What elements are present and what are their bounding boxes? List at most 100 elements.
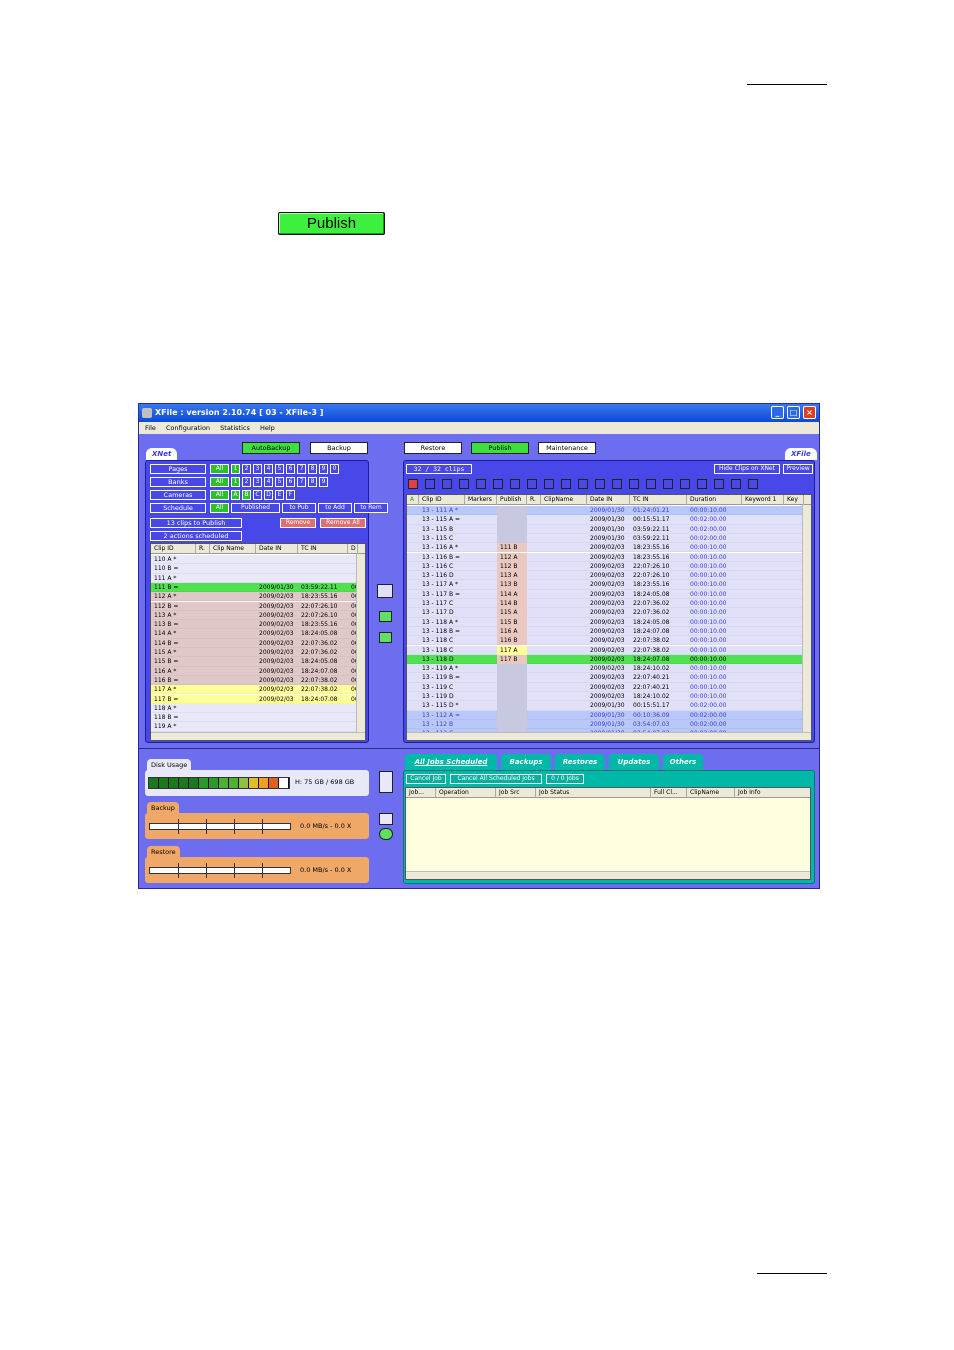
table-row[interactable]: 117 A * 2009/02/03 22:07:38.02 00	[151, 685, 358, 695]
toolbar-tool-16-icon[interactable]	[663, 479, 673, 489]
table-row[interactable]: 13 - 115 B 2009/01/30 03:59:22.11 00:02:00.…	[407, 524, 804, 534]
table-row[interactable]: 13 - 117 A * 113 B 2009/02/03 18:23:55.16 00…	[407, 580, 804, 590]
table-row[interactable]: 13 - 112 B 2009/01/30 03:54:07.03 00:02:00.…	[407, 719, 804, 730]
filter-banks-4[interactable]: 4	[264, 477, 273, 487]
col-clipname[interactable]: ClipName	[541, 495, 587, 505]
hide-clips-button[interactable]: Hide Clips on XNet	[714, 464, 780, 474]
toolbar-tool-20-icon[interactable]	[731, 479, 741, 489]
col-job[interactable]: Job...	[406, 788, 436, 798]
remove-button[interactable]: Remove	[280, 518, 316, 528]
xnet-hscroll[interactable]	[151, 732, 365, 740]
col-publish[interactable]: Publish	[497, 495, 527, 505]
remove-all-button[interactable]: Remove All	[320, 518, 366, 528]
col-clip-id[interactable]: Clip ID	[151, 544, 196, 554]
table-row[interactable]: 114 A * 2009/02/03 18:24:05.08 00	[151, 629, 358, 639]
toolbar-tool-1-icon[interactable]	[408, 479, 418, 489]
toolbar-tool-9-icon[interactable]	[544, 479, 554, 489]
autobackup-button[interactable]: AutoBackup	[242, 442, 300, 454]
col-duration[interactable]: Duration	[687, 495, 742, 505]
traffic-light-icon[interactable]	[379, 771, 393, 793]
table-row[interactable]: 13 - 117 B = 114 A 2009/02/03 18:24:05.08 00…	[407, 589, 804, 599]
filter-banks-8[interactable]: 8	[308, 477, 317, 487]
toolbar-tool-5-icon[interactable]	[476, 479, 486, 489]
toolbar-tool-21-icon[interactable]	[748, 479, 758, 489]
filter-cameras-d[interactable]: D	[264, 490, 273, 500]
table-row[interactable]: 116 B = 2009/02/03 22:07:38.02 00	[151, 675, 358, 686]
toolbar-tool-8-icon[interactable]	[527, 479, 537, 489]
filter-cameras-f[interactable]: F	[286, 490, 295, 500]
col-r[interactable]: R.	[527, 495, 541, 505]
menu-help[interactable]: Help	[260, 424, 275, 432]
backup-button[interactable]: Backup	[310, 442, 368, 454]
clock-icon[interactable]	[379, 828, 393, 840]
col-operation[interactable]: Operation	[436, 788, 496, 798]
tab-all-jobs-scheduled[interactable]: All Jobs Scheduled	[405, 754, 497, 770]
col-job-status[interactable]: Job Status	[536, 788, 651, 798]
menu-file[interactable]: File	[145, 424, 156, 432]
table-row[interactable]: 13 - 112 A = 2009/01/30 00:10:36.09 00:02:0…	[407, 710, 804, 720]
tab-others[interactable]: Others	[663, 754, 703, 770]
filter-pages-4[interactable]: 4	[264, 464, 273, 474]
filter-schedule-published[interactable]: Published	[231, 503, 280, 513]
filter-banks-1[interactable]: 1	[231, 477, 240, 487]
swap-icon[interactable]	[379, 632, 392, 643]
cancel-job-button[interactable]: Cancel Job	[406, 774, 446, 784]
toolbar-tool-10-icon[interactable]	[561, 479, 571, 489]
preview-button[interactable]: Preview	[783, 464, 813, 474]
xnet-vscroll[interactable]	[356, 554, 365, 733]
toolbar-tool-17-icon[interactable]	[680, 479, 690, 489]
minimize-icon[interactable]: _	[771, 406, 784, 419]
maximize-icon[interactable]: □	[787, 406, 800, 419]
table-row[interactable]: 111 A *	[151, 573, 358, 583]
cancel-all-button[interactable]: Cancel All Scheduled Jobs	[450, 774, 542, 784]
toolbar-tool-19-icon[interactable]	[714, 479, 724, 489]
publish-button[interactable]: Publish	[471, 442, 529, 454]
filter-pages-8[interactable]: 8	[308, 464, 317, 474]
table-row[interactable]: 13 - 115 D * 2009/01/30 00:15:51.17 00:02:0…	[407, 701, 804, 711]
col-full-clip[interactable]: Full Cl...	[651, 788, 687, 798]
maintenance-button[interactable]: Maintenance	[538, 442, 596, 454]
table-row[interactable]: 113 A * 2009/02/03 22:07:26.10 00	[151, 610, 358, 621]
table-row[interactable]: 13 - 118 B = 116 A 2009/02/03 18:24:07.08 00…	[407, 626, 804, 637]
col-job-src[interactable]: Job Src	[496, 788, 536, 798]
filter-cameras-c[interactable]: C	[253, 490, 262, 500]
table-row[interactable]: 113 B = 2009/02/03 18:23:55.16 00	[151, 620, 358, 630]
table-row[interactable]: 13 - 111 A * 2009/01/30 01:24:01.21 00:00:1…	[407, 506, 804, 516]
filter-schedule-all[interactable]: All	[210, 503, 229, 513]
filter-cameras-e[interactable]: E	[275, 490, 284, 500]
table-row[interactable]: 115 A * 2009/02/03 22:07:36.02 00	[151, 648, 358, 658]
col-clipname[interactable]: ClipName	[687, 788, 735, 798]
jobs-hscroll[interactable]	[406, 871, 810, 879]
filter-banks-3[interactable]: 3	[253, 477, 262, 487]
table-row[interactable]: 118 B =	[151, 713, 358, 723]
filter-pages-all[interactable]: All	[210, 464, 229, 474]
toolbar-tool-12-icon[interactable]	[595, 479, 605, 489]
col-job-info[interactable]: Job Info	[735, 788, 810, 798]
xfile-hscroll[interactable]	[407, 732, 811, 740]
tab-updates[interactable]: Updates	[609, 754, 659, 770]
table-row[interactable]: 13 - 119 C 2009/02/03 22:07:40.21 00:00:10.…	[407, 682, 804, 692]
table-row[interactable]: 13 - 118 C 116 B 2009/02/03 22:07:38.02 00:0…	[407, 636, 804, 646]
table-row[interactable]: 111 B = 2009/01/30 03:59:22.11 00	[151, 582, 358, 593]
col-date-in[interactable]: Date IN	[256, 544, 298, 554]
check-folder-icon[interactable]	[377, 584, 393, 598]
col-keyword-1[interactable]: Keyword 1	[742, 495, 784, 505]
filter-cameras-b[interactable]: B	[242, 490, 251, 500]
title-bar[interactable]: XFile : version 2.10.74 [ 03 - XFile-3 ]…	[139, 404, 819, 422]
filter-cameras-all[interactable]: All	[210, 490, 229, 500]
menu-configuration[interactable]: Configuration	[166, 424, 210, 432]
toolbar-tool-13-icon[interactable]	[612, 479, 622, 489]
arrow-left-icon[interactable]	[379, 611, 392, 622]
menu-statistics[interactable]: Statistics	[220, 424, 250, 432]
toolbar-tool-18-icon[interactable]	[697, 479, 707, 489]
filter-pages-9[interactable]: 9	[319, 464, 328, 474]
xfile-vscroll[interactable]	[802, 505, 811, 733]
filter-banks-5[interactable]: 5	[275, 477, 284, 487]
filter-pages-1[interactable]: 1	[231, 464, 240, 474]
filter-banks-2[interactable]: 2	[242, 477, 251, 487]
table-row[interactable]: 13 - 115 C 2009/01/30 03:59:22.11 00:02:00.…	[407, 533, 804, 544]
table-row[interactable]: 13 - 119 A * 2009/02/03 18:24:10.02 00:00:1…	[407, 664, 804, 674]
table-row[interactable]: 110 B =	[151, 564, 358, 574]
col-clip-id[interactable]: Clip ID	[419, 495, 465, 505]
col-markers[interactable]: Markers	[465, 495, 497, 505]
